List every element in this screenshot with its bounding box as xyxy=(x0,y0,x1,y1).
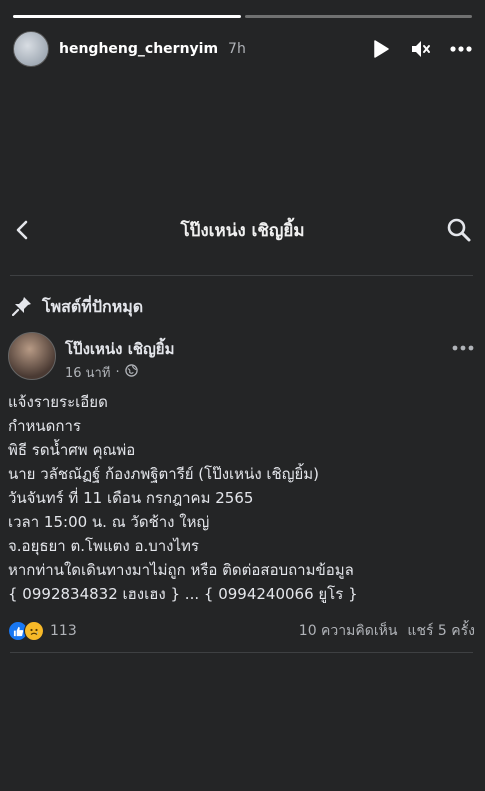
divider xyxy=(10,275,473,276)
share-count[interactable]: แชร์ 5 ครั้ง xyxy=(407,620,475,642)
post-options-icon[interactable] xyxy=(451,337,475,351)
pin-icon xyxy=(11,296,32,320)
post-header: โป๊งเหน่ง เชิญยิ้ม 16 นาที · xyxy=(8,332,475,382)
post-time[interactable]: 16 นาที xyxy=(65,362,110,383)
post-line: { 0992834832 เฮงเฮง } ... { 0994240066 ย… xyxy=(8,585,358,603)
author-avatar[interactable] xyxy=(8,332,56,380)
post-line: นาย วลัชณัฏฐ์ ก้องภพฐิตารีย์ (โป๊งเหน่ง … xyxy=(8,465,320,483)
more-icon[interactable] xyxy=(450,38,472,60)
story-progress xyxy=(13,15,472,18)
post-stats: 113 10 ความคิดเห็น แชร์ 5 ครั้ง xyxy=(8,620,475,642)
play-icon[interactable] xyxy=(370,38,392,60)
story-progress-segment xyxy=(13,15,241,18)
post-body: แจ้งรายระเอียด กำหนดการ พิธี รดน้ำศพ คุณ… xyxy=(8,390,477,606)
reactions[interactable]: 113 xyxy=(8,621,77,641)
story-header: hengheng_chernyim 7h xyxy=(13,31,472,67)
sad-icon xyxy=(24,621,44,641)
page-header: โป๊งเหน่ง เชิญยิ้ม xyxy=(0,210,485,250)
separator-dot: · xyxy=(115,365,120,380)
reaction-count: 113 xyxy=(50,623,77,639)
engagement-counts: 10 ความคิดเห็น แชร์ 5 ครั้ง xyxy=(299,620,475,642)
story-time: 7h xyxy=(228,41,246,57)
post-line: แจ้งรายระเอียด xyxy=(8,393,108,411)
story-avatar[interactable] xyxy=(13,31,49,67)
pinned-label: โพสต์ที่ปักหมุด xyxy=(42,297,144,316)
page-title: โป๊งเหน่ง เชิญยิ้ม xyxy=(180,220,305,241)
search-icon[interactable] xyxy=(445,216,473,244)
post-line: หากท่านใดเดินทางมาไม่ถูก หรือ ติดต่อสอบถ… xyxy=(8,561,354,579)
post-line: กำหนดการ xyxy=(8,417,81,435)
pinned-posts-heading: โพสต์ที่ปักหมุด xyxy=(11,295,144,320)
post-line: วันจันทร์ ที่ 11 เดือน กรกฎาคม 2565 xyxy=(8,489,254,507)
story-screen: hengheng_chernyim 7h โป๊งเหน่ง เชิญยิ้ม xyxy=(0,0,485,791)
globe-icon xyxy=(124,364,138,381)
story-controls xyxy=(370,38,472,60)
mute-icon[interactable] xyxy=(410,38,432,60)
post-line: เวลา 15:00 น. ณ วัดช้าง ใหญ่ xyxy=(8,513,210,531)
post-line: จ.อยุธยา ต.โพแตง อ.บางไทร xyxy=(8,537,199,555)
comment-count[interactable]: 10 ความคิดเห็น xyxy=(299,620,398,642)
post-author[interactable]: โป๊งเหน่ง เชิญยิ้ม xyxy=(65,337,174,361)
post-line: พิธี รดน้ำศพ คุณพ่อ xyxy=(8,441,136,459)
story-progress-segment xyxy=(244,15,472,18)
divider xyxy=(10,652,473,653)
post-meta: 16 นาที · xyxy=(65,362,138,383)
back-chevron-icon[interactable] xyxy=(10,217,36,243)
progress-fill xyxy=(13,15,241,18)
story-username[interactable]: hengheng_chernyim xyxy=(59,41,218,57)
